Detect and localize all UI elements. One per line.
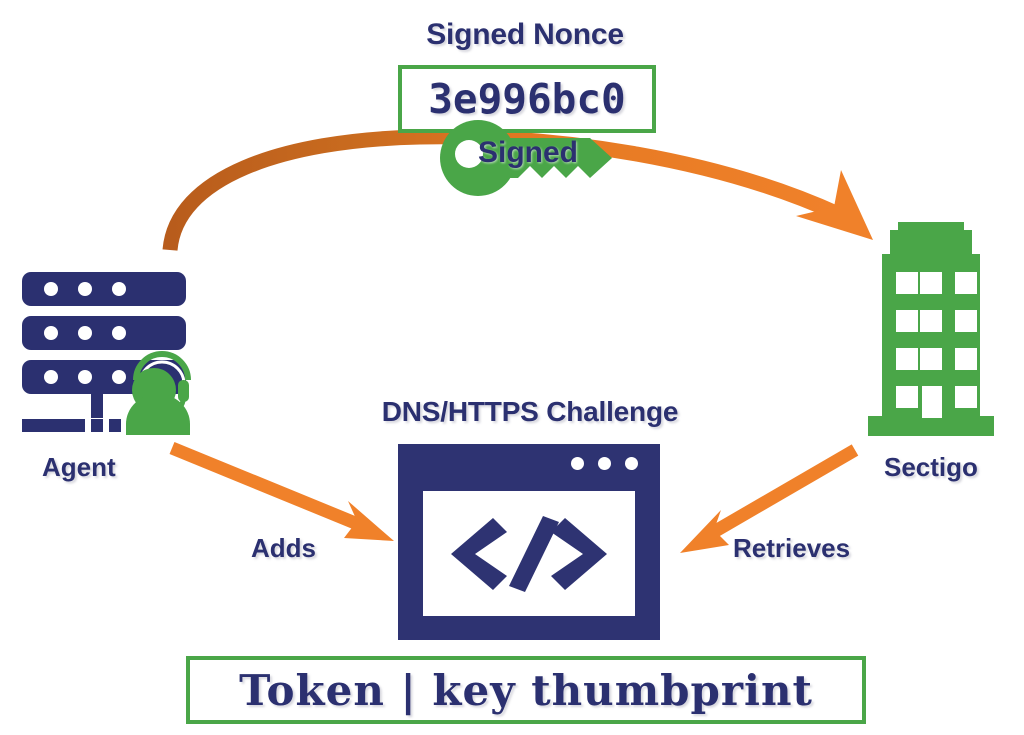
office-building-icon: [868, 222, 994, 436]
arrow-label-retrieves: Retrieves: [733, 533, 851, 563]
server-led: [78, 282, 92, 296]
browser-dot-icon: [625, 457, 638, 470]
browser-dot-icon: [571, 457, 584, 470]
server-led: [44, 282, 58, 296]
key-signed-label: Signed: [478, 136, 579, 169]
baseline-segment: [22, 419, 85, 432]
key-icon-group: Signed: [440, 118, 625, 198]
server-led: [112, 282, 126, 296]
baseline-segment: [109, 419, 121, 432]
browser-dot-icon: [598, 457, 611, 470]
token-thumbprint-box: Token | key thumbprint: [186, 656, 866, 724]
arrow-adds: [169, 441, 394, 541]
server-rack-1: [22, 272, 186, 306]
code-glyph-icon: [451, 515, 607, 592]
server-led: [44, 370, 58, 384]
agent-label: Agent: [42, 452, 116, 482]
sectigo-label: Sectigo: [884, 452, 978, 482]
server-led: [112, 326, 126, 340]
signed-nonce-title: Signed Nonce: [426, 18, 624, 51]
server-led: [78, 370, 92, 384]
server-connector: [91, 394, 103, 418]
diagram-canvas: Signed Nonce 3e996bc0 Signed Agent Secti…: [0, 0, 1024, 735]
browser-title-bar-dots: [571, 457, 638, 470]
baseline-segment: [91, 419, 103, 432]
sectigo-node[interactable]: [860, 218, 1010, 440]
challenge-browser-window[interactable]: [398, 444, 660, 640]
server-rack-2: [22, 316, 186, 350]
arrow-label-adds: Adds: [251, 533, 316, 563]
server-led: [44, 326, 58, 340]
server-led: [78, 326, 92, 340]
challenge-title: DNS/HTTPS Challenge: [381, 396, 679, 427]
browser-content-area: [423, 491, 635, 616]
support-agent-icon: [126, 351, 191, 435]
